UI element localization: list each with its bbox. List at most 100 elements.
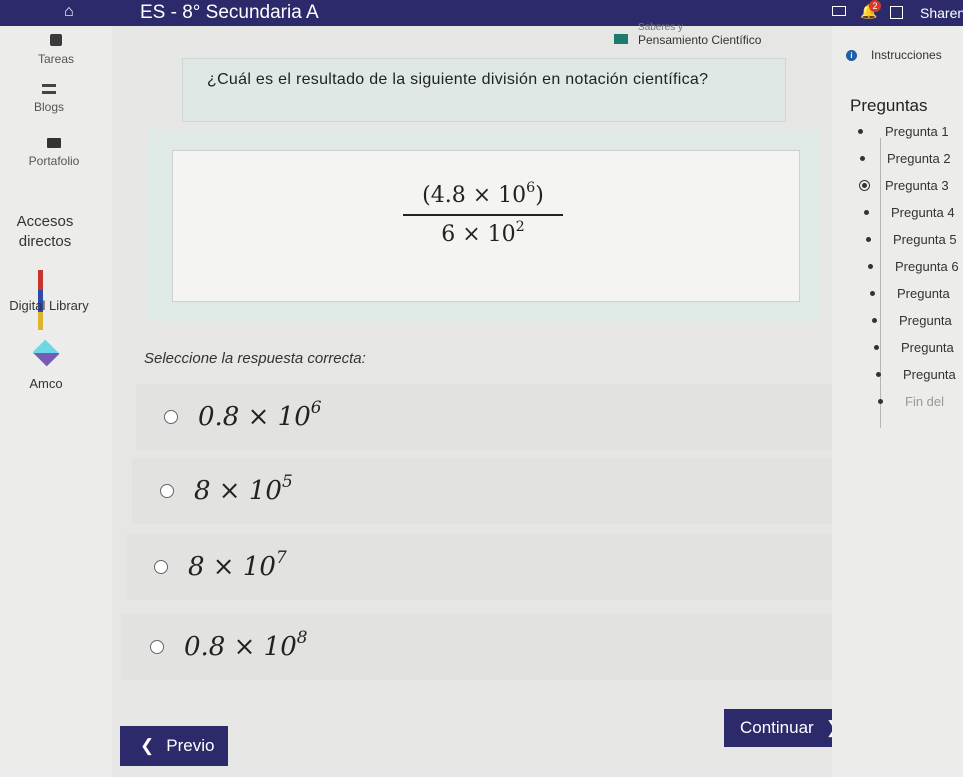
question-nav-label: Fin del	[905, 394, 945, 409]
question-nav-label: Pregunta 4	[891, 205, 955, 220]
denominator-exponent: 2	[515, 219, 525, 235]
sidebar-item-label: Digital Library	[9, 298, 89, 313]
question-nav-item[interactable]: Pregunta	[870, 286, 950, 301]
top-bar: ⌂ ES - 8° Secundaria A 🔔 2 Sharen	[0, 0, 963, 26]
notification-badge: 2	[869, 0, 881, 12]
answer-option-4[interactable]: 0.8 × 108	[122, 614, 848, 680]
subject-label: Saberes y Pensamiento Científico	[612, 23, 762, 48]
question-nav-label: Pregunta	[899, 313, 952, 328]
question-nav-label: Pregunta 2	[887, 151, 951, 166]
cube-icon	[32, 339, 60, 367]
formula-box: (4.8 × 106) 6 × 102	[172, 150, 800, 302]
option-base: 8 × 10	[188, 552, 276, 582]
question-dot-icon	[870, 291, 875, 296]
question-nav-item[interactable]: Fin del	[878, 394, 944, 409]
question-nav-item[interactable]: Pregunta 6	[868, 259, 959, 274]
sidebar-item-portafolio[interactable]: Portafolio	[4, 138, 104, 168]
option-text: 0.8 × 108	[184, 629, 308, 662]
question-dot-icon	[860, 156, 865, 161]
mail-icon[interactable]	[832, 6, 846, 16]
numerator-close: )	[535, 183, 544, 208]
previous-button[interactable]: ❮ Previo	[120, 726, 228, 766]
previous-button-label: Previo	[166, 736, 215, 755]
option-exponent: 6	[310, 397, 322, 418]
question-dot-icon	[876, 372, 881, 377]
sidebar-item-tareas[interactable]: Tareas	[38, 34, 74, 66]
main-content: Saberes y Pensamiento Científico ¿Cuál e…	[112, 23, 854, 777]
calendar-icon[interactable]	[890, 6, 903, 19]
numerator-exponent: 6	[526, 180, 536, 196]
option-exponent: 5	[281, 471, 293, 492]
question-dot-icon	[868, 264, 873, 269]
question-nav-label: Pregunta 1	[885, 124, 949, 139]
radio-button[interactable]	[154, 560, 168, 574]
sidebar-item-label: Tareas	[38, 52, 75, 66]
portfolio-icon	[47, 138, 61, 148]
question-nav-item[interactable]: Pregunta	[876, 367, 956, 382]
subject-line-1: Saberes y	[638, 22, 684, 33]
question-dot-icon	[864, 210, 869, 215]
sidebar-item-label: Accesos directos	[16, 213, 74, 250]
formula-denominator: 6 × 102	[403, 216, 563, 247]
question-dot-icon	[858, 129, 863, 134]
sidebar-item-label: Blogs	[34, 100, 65, 114]
answer-option-3[interactable]: 8 × 107	[126, 534, 842, 600]
radio-button[interactable]	[164, 410, 178, 424]
option-text: 8 × 107	[188, 549, 287, 582]
formula-numerator: (4.8 × 106)	[403, 180, 563, 216]
question-nav-label: Pregunta 6	[895, 259, 959, 274]
tasks-icon	[50, 34, 63, 46]
question-text: ¿Cuál es el resultado de la siguiente di…	[182, 58, 786, 122]
option-text: 0.8 × 106	[198, 399, 322, 432]
question-nav-label: Pregunta	[903, 367, 956, 382]
continue-button-label: Continuar	[740, 718, 814, 737]
instructions-label: Instrucciones	[871, 48, 942, 62]
instructions-link[interactable]: i Instrucciones	[846, 48, 942, 62]
question-dot-icon	[866, 237, 871, 242]
formula-fraction: (4.8 × 106) 6 × 102	[403, 180, 563, 247]
share-link[interactable]: Sharen	[920, 5, 963, 21]
info-icon: i	[846, 49, 857, 61]
option-exponent: 7	[275, 547, 287, 568]
option-exponent: 8	[296, 627, 308, 648]
option-base: 0.8 × 10	[198, 402, 311, 432]
radio-button[interactable]	[160, 484, 174, 498]
question-nav-label: Pregunta 3	[885, 178, 949, 193]
question-nav-label: Pregunta	[901, 340, 954, 355]
question-dot-icon	[874, 345, 879, 350]
question-nav-item[interactable]: Pregunta 3	[859, 178, 949, 193]
denominator-base: 6 × 10	[441, 222, 516, 247]
answer-prompt: Seleccione la respuesta correcta:	[144, 350, 366, 367]
blog-icon	[42, 84, 57, 94]
sidebar-item-amco[interactable]: Amco	[16, 339, 76, 391]
question-nav-item[interactable]: Pregunta 2	[860, 151, 951, 166]
radio-button[interactable]	[150, 640, 164, 654]
option-text: 8 × 105	[194, 473, 293, 506]
question-dot-icon	[878, 399, 883, 404]
question-nav-item[interactable]: Pregunta	[872, 313, 952, 328]
question-dot-icon	[872, 318, 877, 323]
question-nav-item[interactable]: Pregunta 1	[858, 124, 949, 139]
home-icon[interactable]: ⌂	[64, 3, 74, 21]
books-icon	[38, 270, 60, 330]
answer-option-1[interactable]: 0.8 × 106	[136, 384, 832, 450]
answer-option-2[interactable]: 8 × 105	[132, 458, 836, 524]
sidebar-item-blogs[interactable]: Blogs	[34, 84, 64, 114]
sidebar-item-accesos-directos[interactable]: Accesos directos	[10, 212, 80, 252]
sidebar-item-label: Portafolio	[28, 154, 80, 168]
questions-panel: i Instrucciones Preguntas Pregunta 1 Preg…	[832, 26, 963, 777]
sidebar-item-label: Amco	[29, 376, 63, 391]
questions-heading: Preguntas	[850, 96, 928, 115]
current-question-icon	[859, 180, 870, 191]
option-base: 8 × 10	[194, 476, 282, 506]
question-nav-item[interactable]: Pregunta 4	[864, 205, 955, 220]
numerator-base: (4.8 × 10	[422, 183, 527, 208]
question-nav-label: Pregunta 5	[893, 232, 957, 247]
question-nav-label: Pregunta	[897, 286, 950, 301]
question-nav-item[interactable]: Pregunta	[874, 340, 954, 355]
question-nav-item[interactable]: Pregunta 5	[866, 232, 957, 247]
sidebar: Tareas Blogs Portafolio Accesos directos…	[0, 26, 112, 777]
subject-line-2: Pensamiento Científico	[638, 33, 762, 47]
sidebar-item-digital-library[interactable]: Digital Library	[0, 270, 98, 330]
option-base: 0.8 × 10	[184, 632, 297, 662]
